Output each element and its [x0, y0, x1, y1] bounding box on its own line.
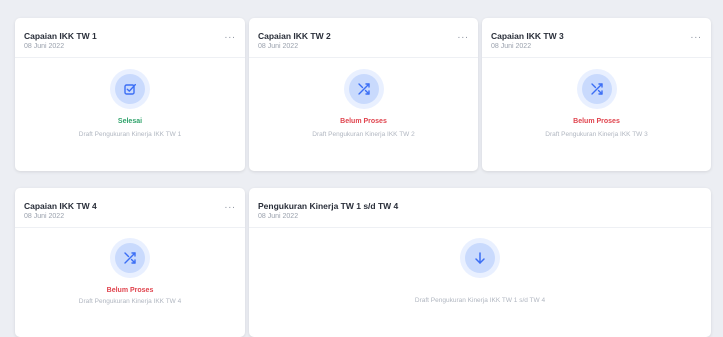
shuffle-icon	[581, 74, 612, 104]
more-options-button[interactable]: ···	[456, 33, 470, 45]
card-title: Capaian IKK TW 3	[491, 31, 564, 41]
card-description: Draft Pengukuran Kinerja IKK TW 1 s/d TW…	[414, 297, 546, 304]
card-capaian-ikk-tw4[interactable]: Capaian IKK TW 4 08 Juni 2022 ··· Belum …	[15, 188, 245, 337]
card-pengukuran-kinerja-tw1-tw4[interactable]: Pengukuran Kinerja TW 1 s/d TW 4 08 Juni…	[249, 188, 711, 337]
card-header: Pengukuran Kinerja TW 1 s/d TW 4 08 Juni…	[249, 188, 711, 228]
card-date: 08 Juni 2022	[258, 213, 299, 220]
card-header: Capaian IKK TW 1 08 Juni 2022 ···	[15, 18, 245, 58]
check-square-icon	[115, 74, 145, 104]
status-label: Belum Proses	[340, 118, 387, 125]
card-header: Capaian IKK TW 3 08 Juni 2022 ···	[482, 18, 711, 58]
icon-badge[interactable]	[110, 69, 150, 109]
arrow-down-icon	[465, 243, 495, 273]
shuffle-icon	[348, 74, 379, 104]
card-capaian-ikk-tw3[interactable]: Capaian IKK TW 3 08 Juni 2022 ··· Belum …	[482, 18, 711, 171]
more-options-button[interactable]: ···	[223, 33, 237, 45]
card-description: Draft Pengukuran Kinerja IKK TW 2	[312, 131, 415, 138]
shuffle-icon	[115, 243, 145, 273]
icon-badge[interactable]	[343, 69, 384, 109]
card-description: Draft Pengukuran Kinerja IKK TW 4	[78, 298, 182, 305]
card-body: Belum Proses Draft Pengukuran Kinerja IK…	[482, 58, 711, 171]
more-options-button[interactable]: ···	[689, 33, 703, 45]
card-title: Capaian IKK TW 1	[24, 31, 97, 41]
card-header: Capaian IKK TW 4 08 Juni 2022 ···	[15, 188, 245, 228]
card-description: Draft Pengukuran Kinerja IKK TW 3	[545, 131, 648, 138]
more-options-button[interactable]: ···	[223, 203, 237, 215]
card-date: 08 Juni 2022	[491, 43, 532, 50]
status-label: Selesai	[117, 118, 143, 125]
card-date: 08 Juni 2022	[258, 43, 299, 50]
status-label: Belum Proses	[573, 118, 620, 125]
card-body: Draft Pengukuran Kinerja IKK TW 1 s/d TW…	[249, 228, 711, 337]
card-header: Capaian IKK TW 2 08 Juni 2022 ···	[249, 18, 478, 58]
status-label: Belum Proses	[106, 287, 154, 294]
card-capaian-ikk-tw1[interactable]: Capaian IKK TW 1 08 Juni 2022 ··· Selesa…	[15, 18, 245, 171]
icon-badge[interactable]	[110, 238, 150, 278]
card-date: 08 Juni 2022	[24, 213, 65, 220]
card-capaian-ikk-tw2[interactable]: Capaian IKK TW 2 08 Juni 2022 ··· Belum …	[249, 18, 478, 171]
card-title: Capaian IKK TW 4	[24, 201, 97, 211]
card-title: Capaian IKK TW 2	[258, 31, 331, 41]
card-date: 08 Juni 2022	[24, 43, 65, 50]
card-title: Pengukuran Kinerja TW 1 s/d TW 4	[258, 201, 399, 211]
card-body: Belum Proses Draft Pengukuran Kinerja IK…	[15, 228, 245, 337]
card-body: Belum Proses Draft Pengukuran Kinerja IK…	[249, 58, 478, 171]
card-body: Selesai Draft Pengukuran Kinerja IKK TW …	[15, 58, 245, 171]
icon-badge[interactable]	[576, 69, 617, 109]
icon-badge[interactable]	[460, 238, 500, 278]
card-description: Draft Pengukuran Kinerja IKK TW 1	[78, 131, 182, 138]
